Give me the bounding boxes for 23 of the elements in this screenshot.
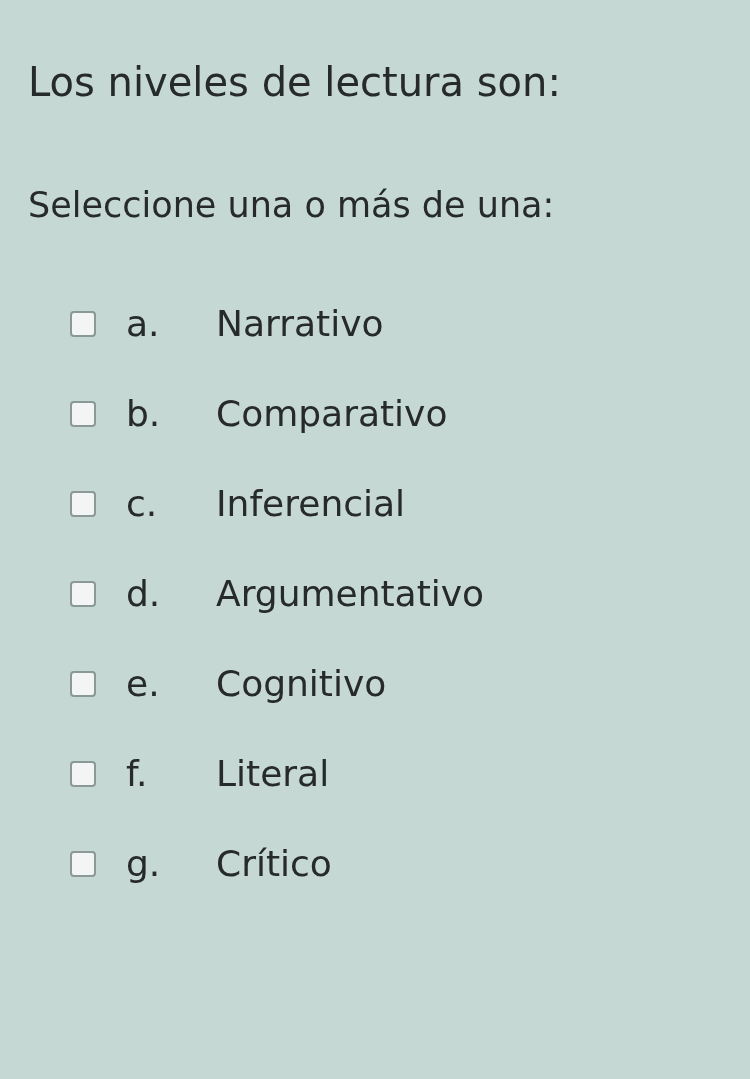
checkbox[interactable] <box>70 401 96 427</box>
option-letter: f. <box>126 756 149 792</box>
instruction-text: Seleccione una o más de una: <box>28 184 555 226</box>
checkbox[interactable] <box>70 851 96 877</box>
option-label: Literal <box>216 756 330 792</box>
checkbox[interactable] <box>70 671 96 697</box>
option-letter: g. <box>126 846 162 882</box>
checkbox[interactable] <box>70 581 96 607</box>
option-label: Crítico <box>216 846 332 882</box>
option-letter: a. <box>126 306 161 342</box>
question-text: Los niveles de lectura son: <box>28 58 561 106</box>
option-label: Inferencial <box>216 486 406 522</box>
option-letter: e. <box>126 666 161 702</box>
option-label: Narrativo <box>216 306 384 342</box>
checkbox[interactable] <box>70 311 96 337</box>
option-label: Argumentativo <box>216 576 485 612</box>
option-label: Cognitivo <box>216 666 387 702</box>
checkbox[interactable] <box>70 491 96 517</box>
option-letter: d. <box>126 576 162 612</box>
option-letter: c. <box>126 486 159 522</box>
option-label: Comparativo <box>216 396 448 432</box>
checkbox[interactable] <box>70 761 96 787</box>
option-letter: b. <box>126 396 162 432</box>
